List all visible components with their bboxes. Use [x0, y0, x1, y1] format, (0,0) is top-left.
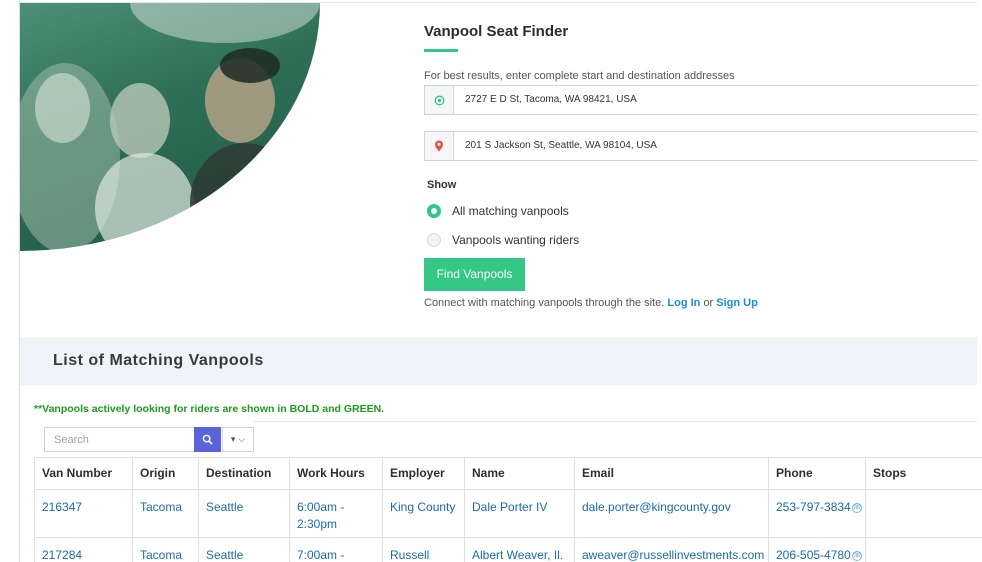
toolbar-divider: [254, 421, 977, 422]
table-header-row: Van Number Origin Destination Work Hours…: [34, 457, 982, 490]
hours-end: 2:30pm: [297, 517, 338, 531]
map-pin-icon: [425, 132, 454, 160]
phone-icon[interactable]: ☏: [851, 502, 862, 513]
login-link[interactable]: Log In: [667, 297, 700, 309]
cell-employer: Russell: [382, 537, 465, 562]
list-title: List of Matching Vanpools: [53, 352, 264, 369]
cell-work-hours: 6:00am - 2:30pm: [289, 489, 383, 538]
radio-unselected-icon[interactable]: [427, 233, 441, 247]
or-text: or: [703, 297, 714, 309]
radio-wanting-riders-label: Vanpools wanting riders: [452, 233, 580, 247]
col-van-number[interactable]: Van Number: [34, 457, 133, 490]
hours-start: 6:00am -: [297, 500, 345, 514]
cell-email: aweaver@russellinvestments.com: [574, 537, 769, 562]
vanpool-table: Van Number Origin Destination Work Hours…: [34, 457, 982, 562]
cell-stops: [865, 489, 982, 538]
col-stops[interactable]: Stops: [865, 457, 982, 490]
list-header: List of Matching Vanpools: [20, 337, 977, 385]
finder-title: Vanpool Seat Finder: [424, 23, 569, 40]
hero-photo: [20, 3, 320, 251]
cell-email: dale.porter@kingcounty.gov: [574, 489, 769, 538]
cell-work-hours: 7:00am -: [289, 537, 383, 562]
start-address-field[interactable]: 2727 E D St, Tacoma, WA 98421, USA: [424, 85, 977, 115]
cell-employer: King County: [382, 489, 465, 538]
col-email[interactable]: Email: [574, 457, 769, 490]
destination-address-field[interactable]: 201 S Jackson St, Seattle, WA 98104, USA: [424, 131, 977, 161]
cell-origin: Tacoma: [132, 537, 199, 562]
cell-stops: [865, 537, 982, 562]
search-button[interactable]: [194, 427, 221, 452]
address-hint: For best results, enter complete start a…: [424, 70, 735, 82]
start-address-value[interactable]: 2727 E D St, Tacoma, WA 98421, USA: [465, 94, 637, 105]
cell-name: Albert Weaver, Il.: [464, 537, 575, 562]
search-input[interactable]: Search: [44, 427, 194, 452]
cell-destination: Seattle: [198, 489, 290, 538]
destination-address-value[interactable]: 201 S Jackson St, Seattle, WA 98104, USA: [465, 140, 657, 151]
show-label: Show: [427, 179, 457, 191]
col-name[interactable]: Name: [464, 457, 575, 490]
col-employer[interactable]: Employer: [382, 457, 465, 490]
hours-start: 7:00am -: [297, 548, 345, 562]
cell-destination: Seattle: [198, 537, 290, 562]
radio-all-matching[interactable]: All matching vanpools: [427, 204, 569, 218]
col-work-hours[interactable]: Work Hours: [289, 457, 383, 490]
target-icon: [425, 86, 454, 114]
cell-van-number: 217284: [34, 537, 133, 562]
col-origin[interactable]: Origin: [132, 457, 199, 490]
col-phone[interactable]: Phone: [768, 457, 866, 490]
cell-phone: 206-505-4780 ☏: [768, 537, 866, 562]
phone-icon[interactable]: ☏: [851, 550, 862, 561]
column-toggle-button[interactable]: ▾ ⌵: [222, 427, 254, 452]
signup-link[interactable]: Sign Up: [716, 297, 758, 309]
find-vanpools-button[interactable]: Find Vanpools: [424, 258, 525, 291]
phone-number: 206-505-4780: [776, 548, 851, 562]
search-icon: [202, 434, 213, 445]
caret-down-icon: ▾: [230, 434, 236, 444]
cell-phone: 253-797-3834 ☏: [768, 489, 866, 538]
phone-number: 253-797-3834: [776, 500, 851, 514]
cell-van-number: 216347: [34, 489, 133, 538]
table-row[interactable]: 217284 Tacoma Seattle 7:00am - Russell A…: [34, 537, 982, 562]
chevron-down-icon: ⌵: [238, 434, 246, 444]
riders-note: **Vanpools actively looking for riders a…: [34, 403, 385, 415]
cell-name: Dale Porter IV: [464, 489, 575, 538]
col-destination[interactable]: Destination: [198, 457, 290, 490]
radio-selected-icon[interactable]: [427, 204, 441, 218]
table-row[interactable]: 216347 Tacoma Seattle 6:00am - 2:30pm Kin…: [34, 489, 982, 538]
cell-origin: Tacoma: [132, 489, 199, 538]
connect-text: Connect with matching vanpools through t…: [424, 297, 758, 309]
radio-wanting-riders[interactable]: Vanpools wanting riders: [427, 233, 579, 247]
connect-message: Connect with matching vanpools through t…: [424, 297, 665, 309]
title-underline: [424, 49, 458, 52]
radio-all-matching-label: All matching vanpools: [452, 204, 569, 218]
